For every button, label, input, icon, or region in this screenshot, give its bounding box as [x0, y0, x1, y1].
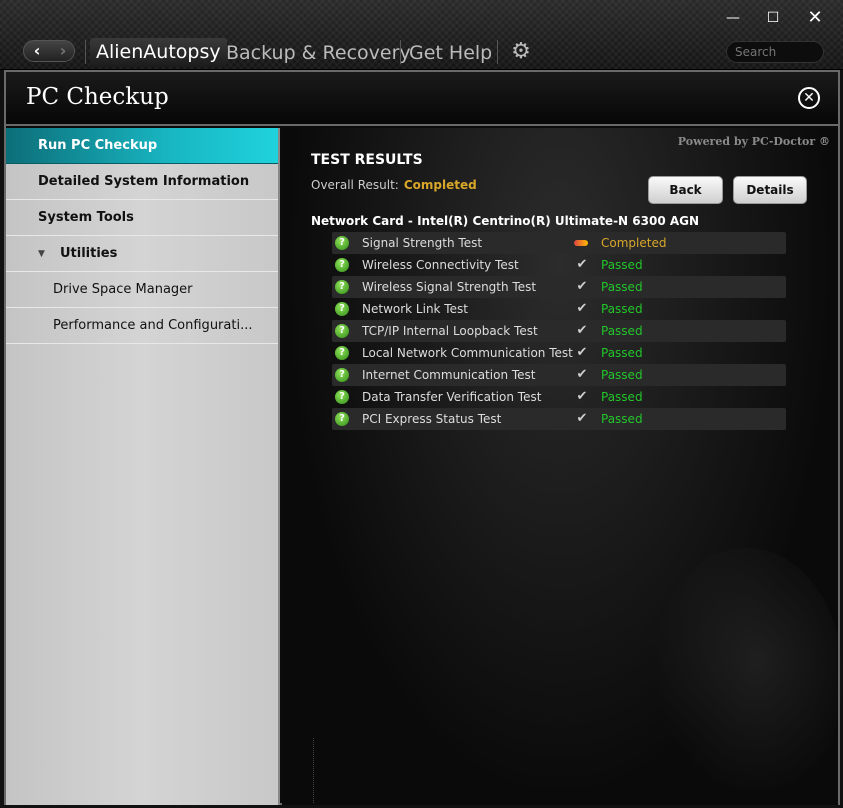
search-input[interactable]: [726, 41, 824, 63]
test-status: Passed: [601, 412, 643, 426]
alien-head-watermark: [652, 548, 842, 798]
help-icon[interactable]: ?: [335, 412, 349, 426]
sidebar-item-utilities[interactable]: ▼ Utilities: [6, 236, 278, 272]
close-icon[interactable]: ✕: [798, 87, 820, 109]
test-row[interactable]: ? Data Transfer Verification Test ✔ Pass…: [332, 386, 786, 408]
test-status: Passed: [601, 280, 643, 294]
test-status: Passed: [601, 346, 643, 360]
help-icon[interactable]: ?: [335, 324, 349, 338]
check-icon: ✔: [576, 389, 588, 404]
nav-buttons: ‹ ›: [23, 40, 75, 62]
check-icon: ✔: [576, 345, 588, 360]
test-name: Wireless Connectivity Test: [362, 258, 519, 272]
help-icon[interactable]: ?: [335, 302, 349, 316]
sidebar-item-label: Run PC Checkup: [38, 138, 158, 153]
page-header: PC Checkup ✕: [6, 72, 838, 126]
window-close-button[interactable]: ✕: [800, 8, 830, 28]
test-status: Completed: [601, 236, 667, 250]
progress-bar-icon: [574, 240, 588, 246]
nav-get-help[interactable]: Get Help: [409, 39, 492, 67]
test-row[interactable]: ? Signal Strength Test Completed: [332, 232, 786, 254]
page-title: PC Checkup: [26, 84, 169, 110]
help-icon[interactable]: ?: [335, 236, 349, 250]
test-name: Network Link Test: [362, 302, 468, 316]
test-name: Data Transfer Verification Test: [362, 390, 542, 404]
check-icon: ✔: [576, 411, 588, 426]
check-icon: ✔: [576, 301, 588, 316]
expand-caret-icon[interactable]: ▼: [38, 236, 45, 272]
test-list: ? Signal Strength Test Completed ? Wirel…: [332, 232, 786, 430]
test-name: Signal Strength Test: [362, 236, 483, 250]
sidebar-item-label: Drive Space Manager: [53, 282, 193, 297]
minimize-button[interactable]: —: [718, 8, 748, 28]
divider: [497, 40, 498, 64]
back-arrow-icon[interactable]: ‹: [24, 41, 50, 61]
test-status: Passed: [601, 390, 643, 404]
back-button[interactable]: Back: [648, 176, 723, 204]
sidebar-item-label: Detailed System Information: [38, 174, 250, 189]
device-name: Network Card - Intel(R) Centrino(R) Ulti…: [311, 214, 700, 228]
gear-icon[interactable]: ⚙: [509, 38, 533, 66]
test-status: Passed: [601, 302, 643, 316]
test-name: TCP/IP Internal Loopback Test: [362, 324, 538, 338]
powered-by-label: Powered by PC-Doctor ®: [677, 135, 830, 148]
test-row[interactable]: ? Network Link Test ✔ Passed: [332, 298, 786, 320]
test-status: Passed: [601, 368, 643, 382]
sidebar-item-detailed-system-information[interactable]: Detailed System Information: [6, 164, 278, 200]
help-icon[interactable]: ?: [335, 258, 349, 272]
test-name: Local Network Communication Test: [362, 346, 573, 360]
sidebar-item-run-pc-checkup[interactable]: Run PC Checkup: [6, 128, 278, 164]
main-window: PC Checkup ✕ Run PC Checkup Detailed Sys…: [4, 70, 842, 805]
sidebar-item-label: Utilities: [60, 246, 118, 261]
overall-result-label: Overall Result:: [311, 178, 399, 192]
test-name: Wireless Signal Strength Test: [362, 280, 537, 294]
test-row[interactable]: ? Wireless Signal Strength Test ✔ Passed: [332, 276, 786, 298]
divider: [85, 40, 86, 64]
test-row[interactable]: ? Wireless Connectivity Test ✔ Passed: [332, 254, 786, 276]
sidebar: Run PC Checkup Detailed System Informati…: [6, 128, 280, 805]
check-icon: ✔: [576, 279, 588, 294]
check-icon: ✔: [576, 367, 588, 382]
overall-result-value: Completed: [403, 178, 477, 192]
help-icon[interactable]: ?: [335, 390, 349, 404]
sidebar-item-performance-configuration[interactable]: Performance and Configurati...: [6, 308, 278, 344]
test-name: Internet Communication Test: [362, 368, 536, 382]
maximize-button[interactable]: ☐: [758, 8, 788, 28]
sidebar-item-label: System Tools: [38, 210, 134, 225]
divider: [313, 738, 314, 803]
forward-arrow-icon[interactable]: ›: [50, 41, 76, 61]
test-row[interactable]: ? PCI Express Status Test ✔ Passed: [332, 408, 786, 430]
test-row[interactable]: ? TCP/IP Internal Loopback Test ✔ Passed: [332, 320, 786, 342]
divider: [400, 40, 401, 64]
nav-alienautopsy[interactable]: AlienAutopsy: [90, 38, 227, 66]
content-panel: Powered by PC-Doctor ® TEST RESULTS Over…: [282, 128, 842, 805]
help-icon[interactable]: ?: [335, 368, 349, 382]
check-icon: ✔: [576, 323, 588, 338]
test-row[interactable]: ? Internet Communication Test ✔ Passed: [332, 364, 786, 386]
overall-result: Overall Result: Completed: [311, 178, 477, 192]
title-bar: — ☐ ✕ ‹ › AlienAutopsy Backup & Recovery…: [0, 0, 843, 70]
results-title: TEST RESULTS: [311, 152, 423, 168]
sidebar-item-drive-space-manager[interactable]: Drive Space Manager: [6, 272, 278, 308]
details-button[interactable]: Details: [733, 176, 807, 204]
test-status: Passed: [601, 258, 643, 272]
check-icon: ✔: [576, 257, 588, 272]
test-row[interactable]: ? Local Network Communication Test ✔ Pas…: [332, 342, 786, 364]
help-icon[interactable]: ?: [335, 346, 349, 360]
sidebar-item-label: Performance and Configurati...: [53, 318, 253, 333]
sidebar-item-system-tools[interactable]: System Tools: [6, 200, 278, 236]
help-icon[interactable]: ?: [335, 280, 349, 294]
test-name: PCI Express Status Test: [362, 412, 502, 426]
nav-backup-recovery[interactable]: Backup & Recovery: [226, 39, 411, 67]
test-status: Passed: [601, 324, 643, 338]
